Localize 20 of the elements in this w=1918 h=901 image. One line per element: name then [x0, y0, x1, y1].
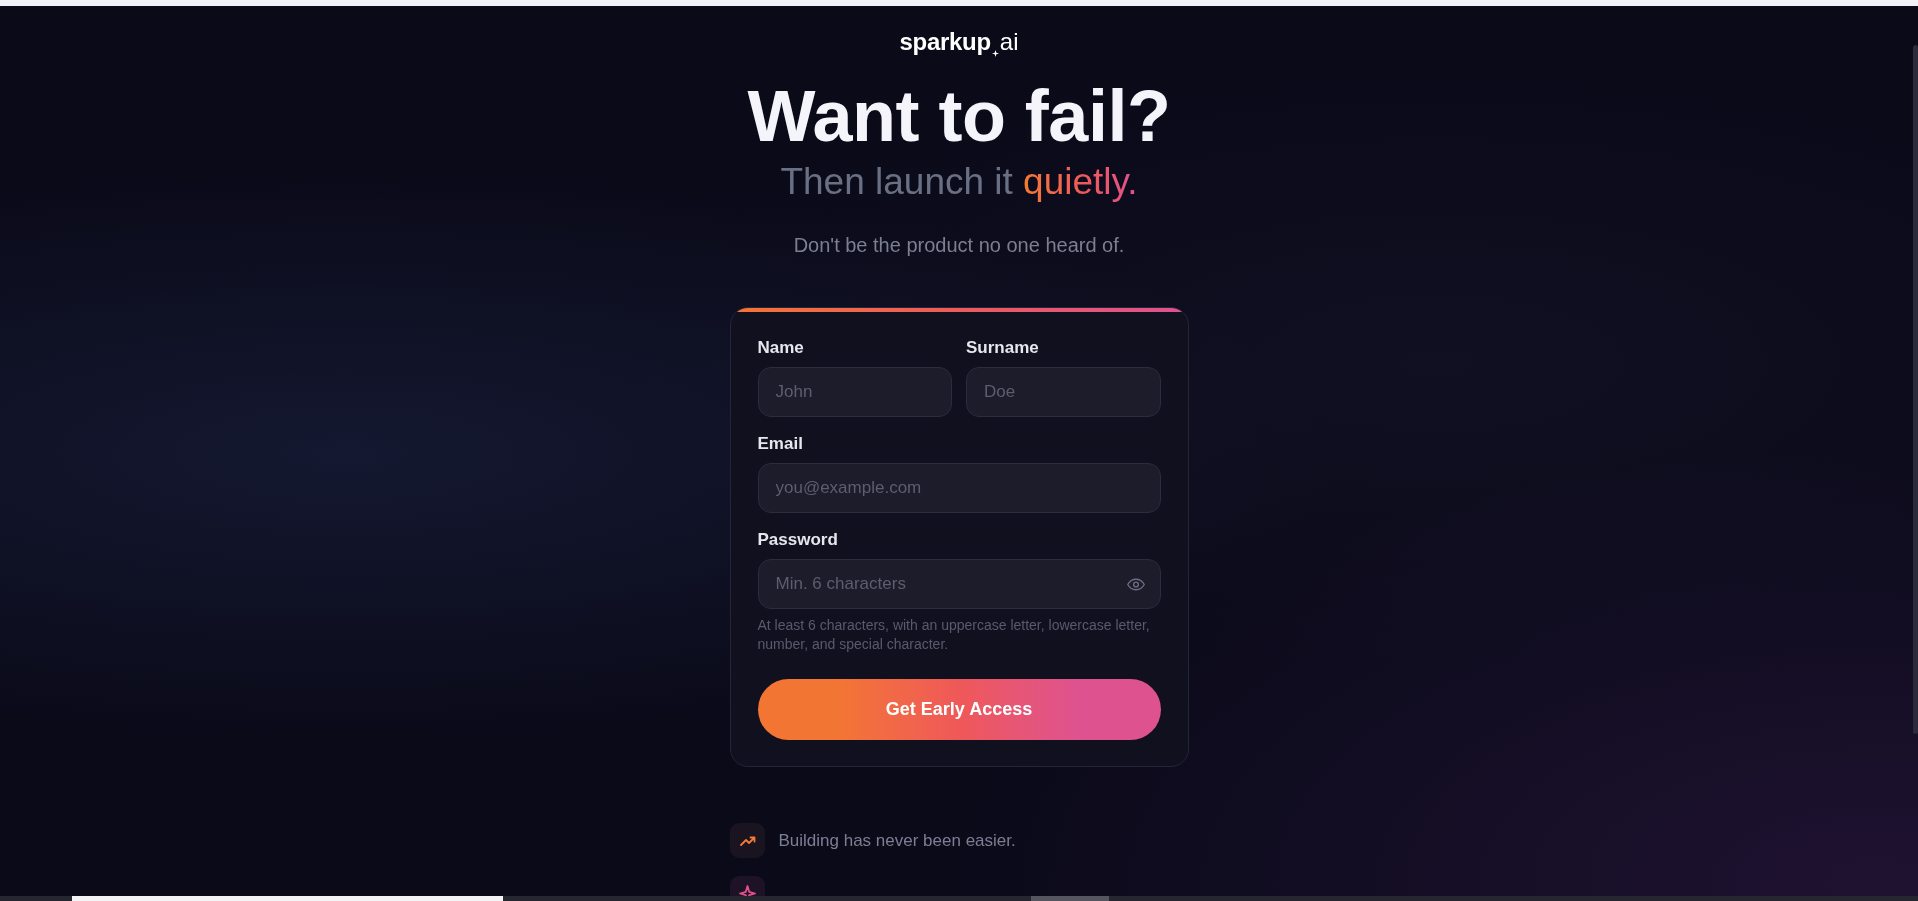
field-label: Email	[757, 435, 804, 452]
scrollbar-thumb[interactable]	[1913, 45, 1918, 734]
field-label: Name	[757, 339, 805, 356]
field-label: Password	[757, 531, 839, 548]
submit-button[interactable]: Get Early Access	[757, 679, 1161, 740]
feature-text: Building has never been easier.	[778, 831, 1016, 850]
password-input[interactable]: Min. 6 characters	[757, 559, 1161, 609]
field-label: Surname	[966, 339, 1040, 356]
hero-subtitle: Then launch it quietly.	[780, 163, 1138, 200]
field-hint: At least 6 characters, with an uppercase letter, lowercase letter, number, and special character.	[757, 616, 1151, 654]
scrollbar-thumb[interactable]	[1031, 896, 1109, 901]
sparkle-icon	[991, 50, 999, 57]
email-input[interactable]: you@example.com	[757, 463, 1161, 513]
tagline: Don't be the product no one heard of.	[793, 235, 1125, 255]
text-input[interactable]: Doe	[966, 367, 1161, 417]
logo-text: ai	[999, 30, 1019, 54]
logo-text: sparkup	[899, 30, 991, 54]
text-input[interactable]: John	[757, 367, 952, 417]
hero-title: Want to fail?	[747, 80, 1171, 152]
eye-icon[interactable]	[1126, 578, 1145, 591]
